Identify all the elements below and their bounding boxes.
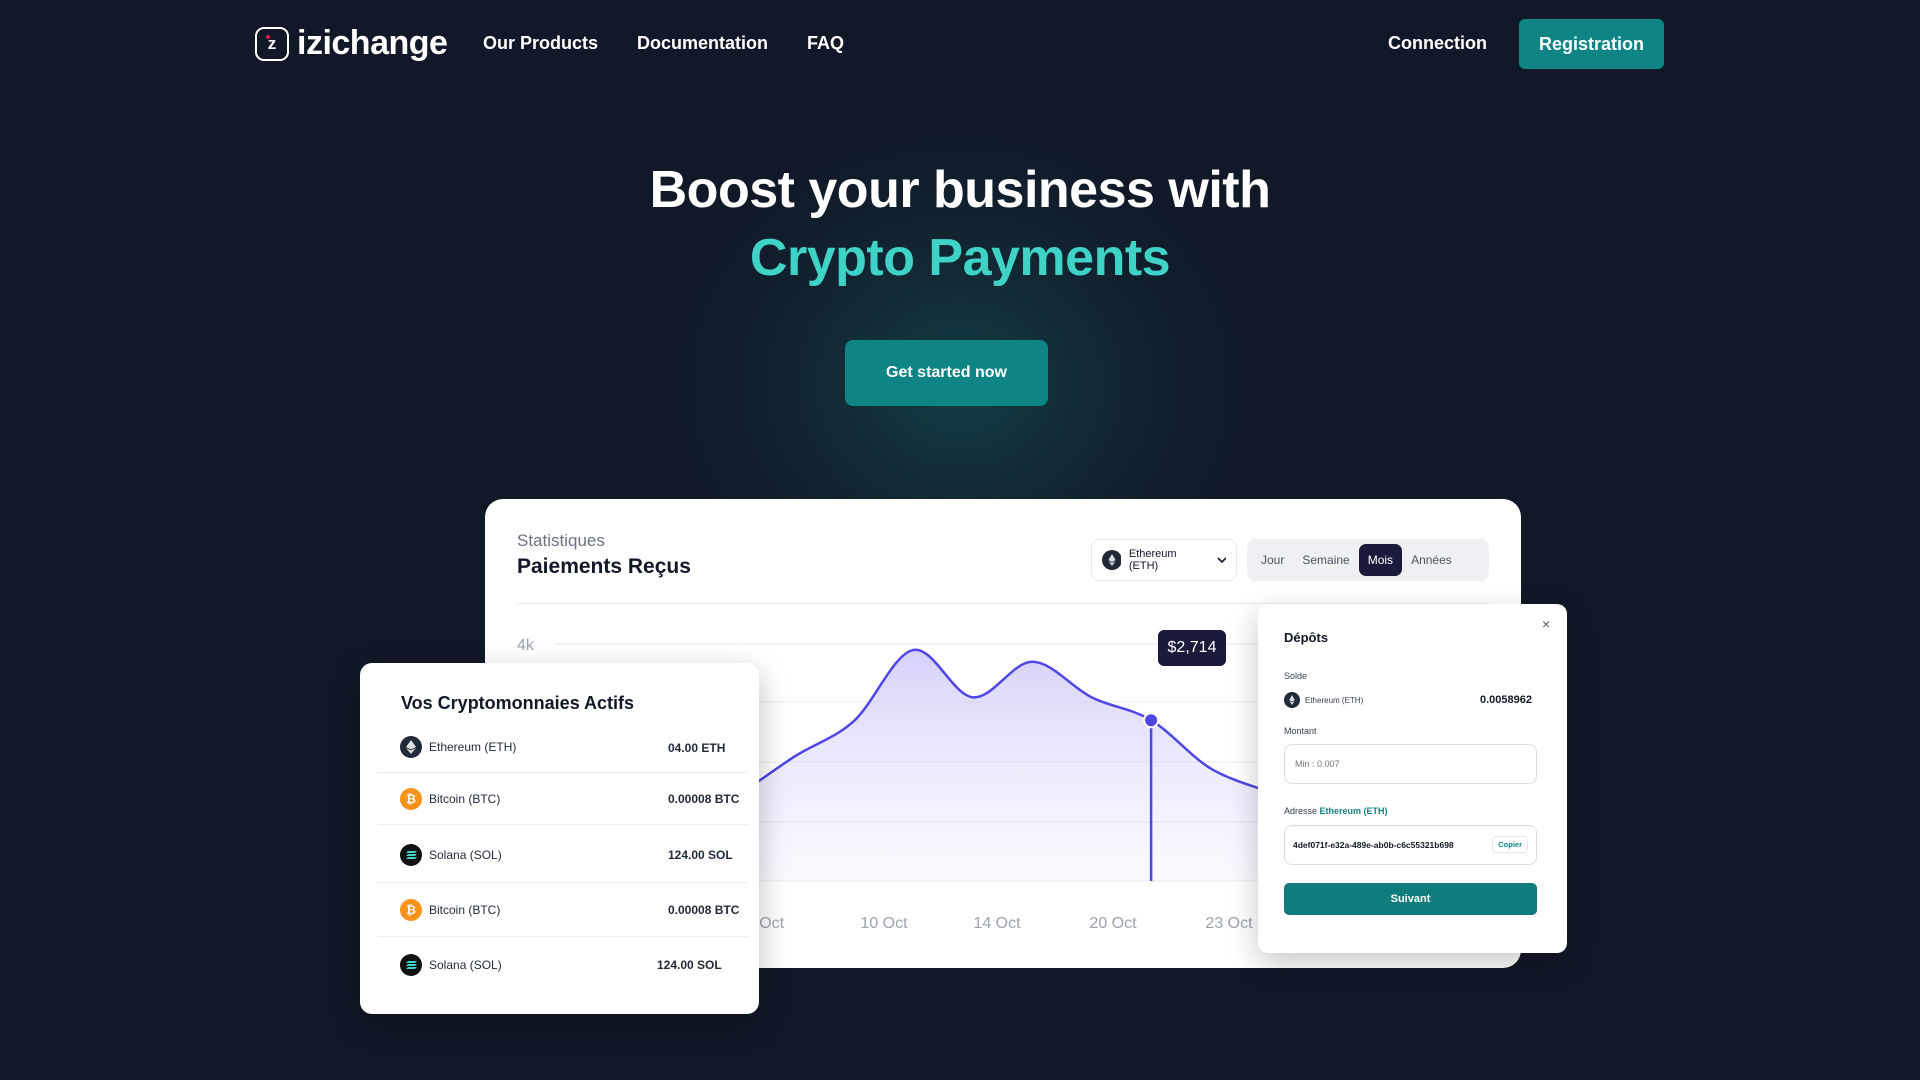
solana-icon (400, 843, 422, 866)
ethereum-icon (1102, 550, 1121, 570)
highlight-point (1143, 712, 1160, 729)
address-field[interactable]: 4def071f-e32a-489e-ab0b-c6c55321b698 Cop… (1284, 825, 1537, 865)
tab-semaine[interactable]: Semaine (1293, 544, 1358, 576)
nav-link-documentation[interactable]: Documentation (637, 33, 768, 54)
bitcoin-icon: ₿ (400, 787, 422, 810)
amount-input[interactable] (1284, 744, 1537, 784)
nav-link-faq[interactable]: FAQ (807, 33, 844, 54)
crypto-row[interactable]: ₿ Bitcoin (BTC) 0.00008 BTC (378, 883, 748, 937)
crypto-name: Ethereum (ETH) (429, 739, 517, 754)
tab-mois[interactable]: Mois (1358, 544, 1403, 576)
hero-title-line2: Crypto Payments (749, 229, 1171, 287)
close-icon[interactable]: × (1542, 616, 1550, 632)
chevron-down-icon (1216, 557, 1226, 564)
crypto-amount: 124.00 SOL (657, 958, 722, 972)
crypto-row[interactable]: ₿ Bitcoin (BTC) 0.00008 BTC (378, 773, 748, 825)
coin-select-label: Ethereum (ETH) (1128, 548, 1177, 572)
crypto-name: Solana (SOL) (429, 847, 502, 862)
crypto-card-title: Vos Cryptomonnaies Actifs (401, 693, 635, 713)
stats-title: Paiements Reçus (517, 555, 691, 578)
crypto-amount: 124.00 SOL (668, 847, 733, 862)
address-value: 4def071f-e32a-489e-ab0b-c6c55321b698 (1293, 840, 1454, 850)
deposit-coin: Ethereum (ETH) (1284, 692, 1363, 708)
nav-link-our-products[interactable]: Our Products (483, 33, 598, 54)
deposit-title: Dépôts (1284, 630, 1329, 645)
deposit-card: Dépôts × Solde Ethereum (ETH) 0.0058962 … (1258, 604, 1567, 953)
crypto-name: Solana (SOL) (429, 958, 502, 972)
hero-title-line1: Boost your business with (649, 161, 1271, 219)
tab-jour[interactable]: Jour (1252, 544, 1293, 576)
crypto-row[interactable]: Solana (SOL) 124.00 SOL (378, 937, 748, 993)
logo-text: izichange (297, 24, 448, 62)
get-started-button[interactable]: Get started now (845, 340, 1048, 406)
connection-link[interactable]: Connection (1388, 33, 1487, 54)
copy-button[interactable]: Copier (1492, 836, 1528, 853)
deposit-coin-label: Ethereum (ETH) (1305, 695, 1364, 705)
crypto-row[interactable]: Solana (SOL) 124.00 SOL (378, 827, 748, 883)
ethereum-icon (1284, 692, 1300, 708)
x-tick-label: 20 Oct (1089, 915, 1137, 932)
series-area (735, 649, 1270, 881)
crypto-name: Bitcoin (BTC) (429, 902, 501, 917)
crypto-row[interactable]: Ethereum (ETH) 04.00 ETH (378, 721, 748, 773)
chart-tooltip: $2,714 (1158, 630, 1226, 666)
logo[interactable]: z izichange (255, 24, 448, 63)
solana-icon (400, 954, 422, 976)
period-tabs: Jour Semaine Mois Années (1247, 539, 1489, 581)
amount-label: Montant (1284, 726, 1317, 736)
top-navbar: z izichange Our Products Documentation F… (0, 0, 1920, 88)
x-tick-label: 23 Oct (1205, 915, 1253, 932)
tab-annees[interactable]: Années (1402, 544, 1461, 576)
crypto-amount: 0.00008 BTC (668, 902, 740, 917)
logo-mark-icon: z (255, 26, 289, 61)
ethereum-icon (400, 735, 422, 758)
bitcoin-icon: ₿ (400, 898, 422, 921)
address-label: Adresse Ethereum (ETH) (1284, 806, 1388, 816)
x-tick-label: 14 Oct (973, 915, 1021, 932)
x-tick-label: 10 Oct (860, 915, 908, 932)
crypto-name: Bitcoin (BTC) (429, 791, 501, 806)
crypto-amount: 04.00 ETH (668, 741, 726, 755)
next-button[interactable]: Suivant (1284, 883, 1537, 915)
y-tick-label: 4k (517, 637, 535, 654)
registration-button[interactable]: Registration (1519, 19, 1664, 69)
nav-links: Our Products Documentation FAQ (483, 33, 844, 54)
coin-select-dropdown[interactable]: Ethereum (ETH) (1091, 539, 1237, 581)
balance-label: Solde (1284, 671, 1308, 681)
deposit-balance: 0.0058962 (1480, 694, 1532, 706)
crypto-amount: 0.00008 BTC (668, 791, 740, 806)
stats-subtitle: Statistiques (517, 531, 605, 550)
crypto-assets-card: Vos Cryptomonnaies Actifs Ethereum (ETH)… (360, 663, 759, 1014)
